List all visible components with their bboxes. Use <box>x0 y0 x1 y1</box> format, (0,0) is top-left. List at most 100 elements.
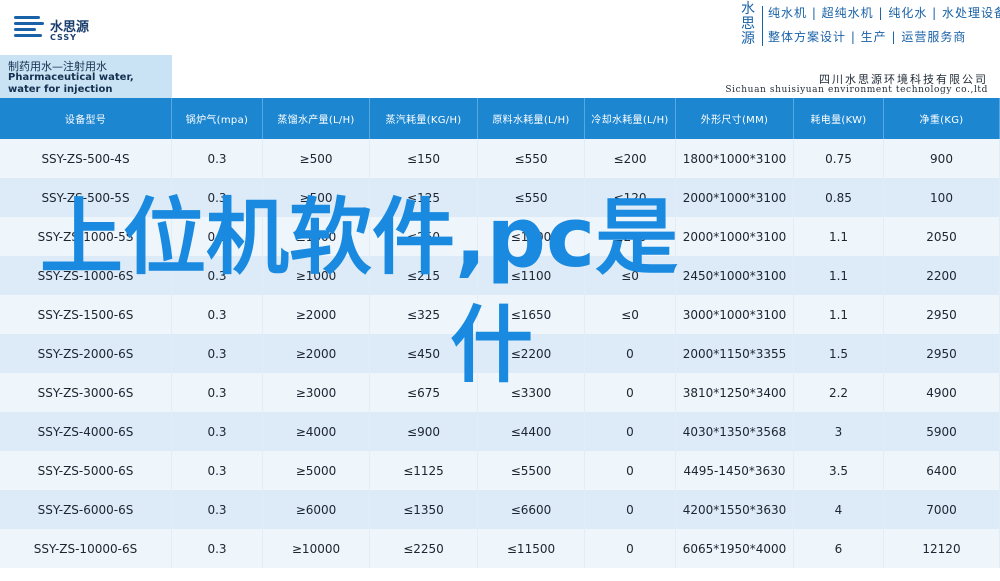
table-cell: ≤1650 <box>478 295 585 334</box>
table-cell: 0.3 <box>172 490 263 529</box>
table-cell: 0.3 <box>172 256 263 295</box>
table-row: SSY-ZS-3000-6S 0.3 ≥3000 ≤675 ≤3300 0 3810*125… <box>0 373 1000 412</box>
table-header-row: 设备型号 锅炉气(mpa) 蒸馏水产量(L/H) 蒸汽耗量(KG/H) 原料水耗量(L/… <box>0 98 1000 139</box>
table-cell: ≤1125 <box>370 451 478 490</box>
table-cell: 2450*1000*3100 <box>676 256 794 295</box>
table-cell: 2000*1150*3355 <box>676 334 794 373</box>
table-cell: SSY-ZS-1500-6S <box>0 295 172 334</box>
table-cell: ≥1000 <box>263 217 370 256</box>
table-cell: 1800*1000*3100 <box>676 139 794 178</box>
logo-mark-icon <box>14 16 44 40</box>
table-cell: 0 <box>585 451 676 490</box>
brand-logo[interactable]: 水思源 CSSY <box>14 14 104 50</box>
table-cell: 1.1 <box>794 295 884 334</box>
table-cell: 0.3 <box>172 139 263 178</box>
table-row: SSY-ZS-1000-5S 0.3 ≥1000 ≤250 ≤1100 ≤240 2000*… <box>0 217 1000 256</box>
table-cell: 3000*1000*3100 <box>676 295 794 334</box>
table-cell: ≤2250 <box>370 529 478 568</box>
table-cell: ≤450 <box>370 334 478 373</box>
column-header: 蒸馏水产量(L/H) <box>263 98 370 139</box>
table-cell: 0.3 <box>172 373 263 412</box>
table-cell: ≤5500 <box>478 451 585 490</box>
table-cell: ≥500 <box>263 178 370 217</box>
table-cell: 0 <box>585 334 676 373</box>
table-cell: SSY-ZS-5000-6S <box>0 451 172 490</box>
product-title-en: Pharmaceutical water, water for injectio… <box>8 72 134 95</box>
table-cell: SSY-ZS-10000-6S <box>0 529 172 568</box>
table-cell: ≤1100 <box>478 256 585 295</box>
table-cell: ≤125 <box>370 178 478 217</box>
table-cell: 0.3 <box>172 295 263 334</box>
table-cell: ≥2000 <box>263 334 370 373</box>
table-cell: 0 <box>585 373 676 412</box>
table-cell: ≤6600 <box>478 490 585 529</box>
table-cell: 0.3 <box>172 178 263 217</box>
table-cell: ≤675 <box>370 373 478 412</box>
table-cell: 1.1 <box>794 256 884 295</box>
table-row: SSY-ZS-1500-6S 0.3 ≥2000 ≤325 ≤1650 ≤0 3000*10… <box>0 295 1000 334</box>
column-header: 耗电量(KW) <box>794 98 884 139</box>
slogan-brand: 水思源 <box>741 1 755 47</box>
table-cell: SSY-ZS-1000-6S <box>0 256 172 295</box>
table-cell: 0.3 <box>172 451 263 490</box>
table-row: SSY-ZS-500-5S 0.3 ≥500 ≤125 ≤550 ≤120 2000*100… <box>0 178 1000 217</box>
table-cell: 2950 <box>884 334 1000 373</box>
table-cell: 2950 <box>884 295 1000 334</box>
table-cell: ≤2200 <box>478 334 585 373</box>
table-cell: 0.75 <box>794 139 884 178</box>
table-cell: 6 <box>794 529 884 568</box>
title-strip: 制药用水—注射用水 Pharmaceutical water, water fo… <box>0 55 1000 99</box>
table-cell: ≤150 <box>370 139 478 178</box>
table-cell: ≤240 <box>585 217 676 256</box>
table-cell: 0.3 <box>172 412 263 451</box>
table-cell: 0.3 <box>172 217 263 256</box>
column-header: 净重(KG) <box>884 98 1000 139</box>
table-cell: ≤1350 <box>370 490 478 529</box>
column-header: 设备型号 <box>0 98 172 139</box>
table-cell: ≤900 <box>370 412 478 451</box>
table-cell: ≤120 <box>585 178 676 217</box>
table-cell: SSY-ZS-1000-5S <box>0 217 172 256</box>
table-cell: SSY-ZS-3000-6S <box>0 373 172 412</box>
table-row: SSY-ZS-10000-6S 0.3 ≥10000 ≤2250 ≤11500 0 6065… <box>0 529 1000 568</box>
table-cell: 12120 <box>884 529 1000 568</box>
table-cell: ≤325 <box>370 295 478 334</box>
table-cell: 4030*1350*3568 <box>676 412 794 451</box>
table-cell: 4 <box>794 490 884 529</box>
table-row: SSY-ZS-6000-6S 0.3 ≥6000 ≤1350 ≤6600 0 4200*15… <box>0 490 1000 529</box>
table-cell: 4495-1450*3630 <box>676 451 794 490</box>
company-box: 四川水思源环境科技有限公司 Sichuan shuisiyuan environ… <box>172 55 1000 99</box>
column-header: 锅炉气(mpa) <box>172 98 263 139</box>
table-cell: 2200 <box>884 256 1000 295</box>
table-cell: ≤4400 <box>478 412 585 451</box>
table-cell: 4900 <box>884 373 1000 412</box>
table-cell: SSY-ZS-500-5S <box>0 178 172 217</box>
table-row: SSY-ZS-500-4S 0.3 ≥500 ≤150 ≤550 ≤200 1800*100… <box>0 139 1000 178</box>
table-cell: ≤11500 <box>478 529 585 568</box>
table-cell: ≤1100 <box>478 217 585 256</box>
table-cell: 3.5 <box>794 451 884 490</box>
logo-name-en: CSSY <box>50 33 77 42</box>
table-cell: 1.1 <box>794 217 884 256</box>
product-title-box: 制药用水—注射用水 Pharmaceutical water, water fo… <box>0 55 172 98</box>
table-row: SSY-ZS-1000-6S 0.3 ≥1000 ≤215 ≤1100 ≤0 2450*10… <box>0 256 1000 295</box>
table-cell: 0 <box>585 412 676 451</box>
table-cell: SSY-ZS-500-4S <box>0 139 172 178</box>
table-cell: ≥500 <box>263 139 370 178</box>
column-header: 外形尺寸(MM) <box>676 98 794 139</box>
table-cell: ≥3000 <box>263 373 370 412</box>
table-cell: ≥5000 <box>263 451 370 490</box>
page-header: 水思源 CSSY 水思源 纯水机 | 超纯水机 | 纯化水 | 水处理设备 整体… <box>0 0 1000 55</box>
table-cell: 5900 <box>884 412 1000 451</box>
table-cell: SSY-ZS-2000-6S <box>0 334 172 373</box>
table-cell: ≤0 <box>585 295 676 334</box>
table-cell: ≥6000 <box>263 490 370 529</box>
table-cell: ≥4000 <box>263 412 370 451</box>
table-cell: 7000 <box>884 490 1000 529</box>
table-cell: 0 <box>585 490 676 529</box>
table-cell: ≤0 <box>585 256 676 295</box>
table-cell: 2050 <box>884 217 1000 256</box>
table-cell: ≥1000 <box>263 256 370 295</box>
column-header: 原料水耗量(L/H) <box>478 98 585 139</box>
table-row: SSY-ZS-2000-6S 0.3 ≥2000 ≤450 ≤2200 0 2000*115… <box>0 334 1000 373</box>
